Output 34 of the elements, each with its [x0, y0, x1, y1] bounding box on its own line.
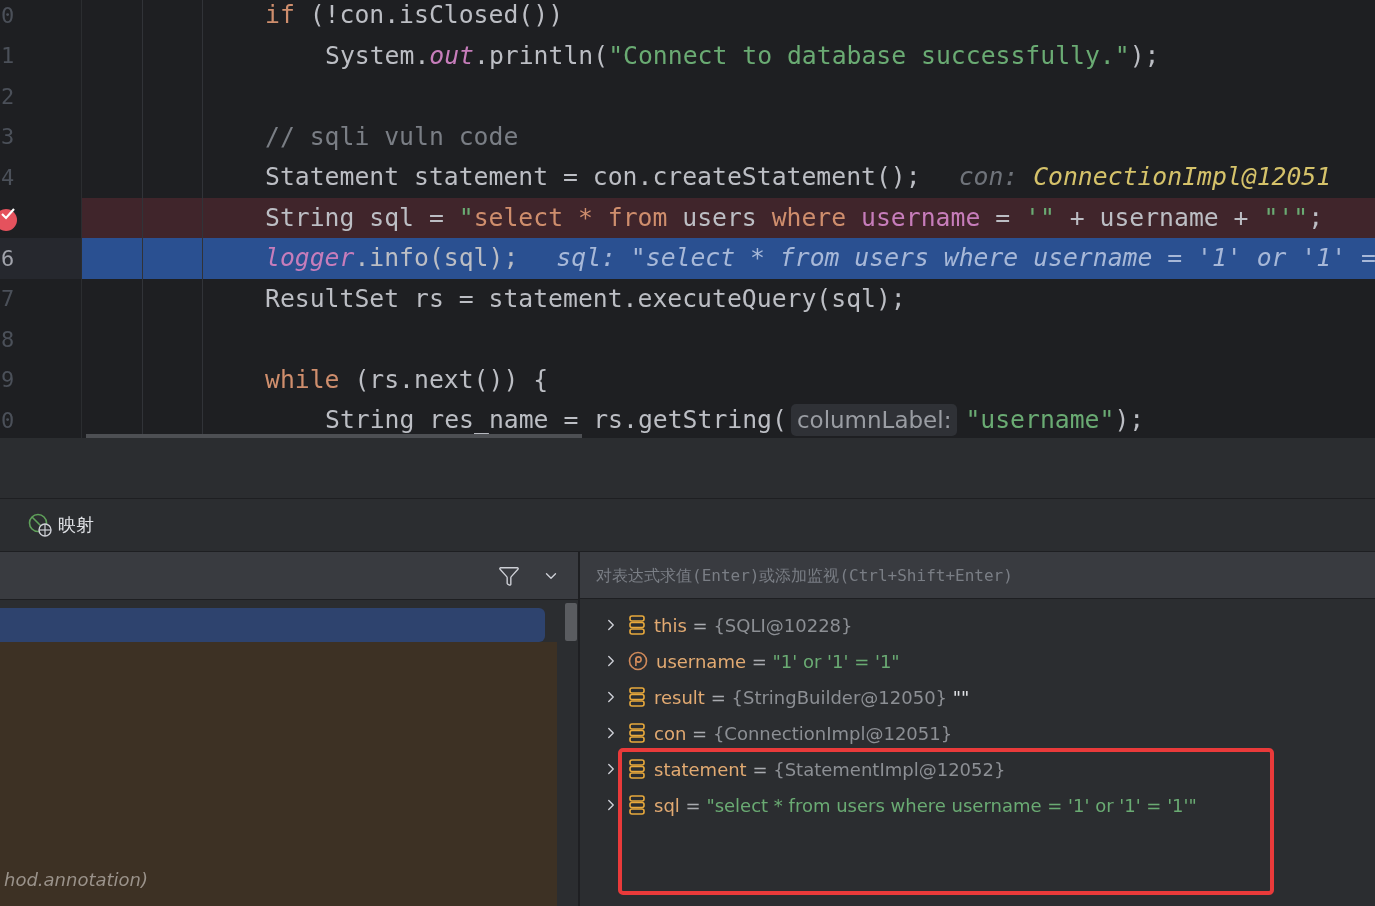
parameter-hint: columnLabel: [790, 404, 958, 437]
code-line: String res_name = rs.getString( [325, 406, 787, 435]
inline-value-hint: con: ConnectionImpl@12051 [958, 163, 1332, 192]
library-frames[interactable]: hod.annotation) [0, 642, 557, 906]
vertical-scrollbar[interactable] [565, 603, 577, 641]
variable-entry[interactable]: sql = "select * from users where username = '1' or '1' = '1'" [654, 794, 1197, 816]
code-line: if (!con.isClosed()) [265, 1, 564, 30]
variable-entry[interactable]: this = {SQLI@10228} [654, 614, 853, 636]
horizontal-scrollbar[interactable] [86, 434, 582, 438]
variable-entry[interactable]: username = "1' or '1' = '1" [656, 650, 900, 672]
code-line: Statement statement = con.createStatement(); [265, 163, 921, 192]
code-line: "username"); [965, 406, 1145, 435]
field-icon [628, 686, 646, 708]
code-line: ResultSet rs = statement.executeQuery(sql); [265, 284, 906, 313]
code-line: String sql = "select * from users where username = '" + username + "'"; [265, 203, 1324, 232]
parameter-icon [628, 651, 648, 671]
code-line: // sqli vuln code [265, 122, 519, 151]
field-icon [628, 758, 646, 780]
variable-entry[interactable]: statement = {StatementImpl@12052} [654, 758, 1006, 780]
filter-icon[interactable] [498, 564, 520, 587]
mapping-icon [28, 513, 52, 537]
variable-entry[interactable]: result = {StringBuilder@12050} "" [654, 686, 970, 708]
field-icon [628, 614, 646, 636]
variable-entry[interactable]: con = {ConnectionImpl@12051} [654, 722, 953, 744]
field-icon [628, 794, 646, 816]
code-line: logger.info(sql); [265, 244, 519, 273]
code-line: System.out.println("Connect to database successfully."); [325, 41, 1160, 70]
code-line: while (rs.next()) { [265, 365, 549, 394]
tab-label[interactable]: 映射 [58, 513, 94, 537]
frame-text: hod.annotation) [4, 869, 149, 890]
inline-value-hint: sql: "select * from users where username = '1' or '1' = [556, 244, 1375, 273]
line-number: 6 [1, 245, 15, 271]
expression-field[interactable]: 对表达式求值(Enter)或添加监视(Ctrl+Shift+Enter) [580, 552, 1375, 599]
field-icon [628, 722, 646, 744]
